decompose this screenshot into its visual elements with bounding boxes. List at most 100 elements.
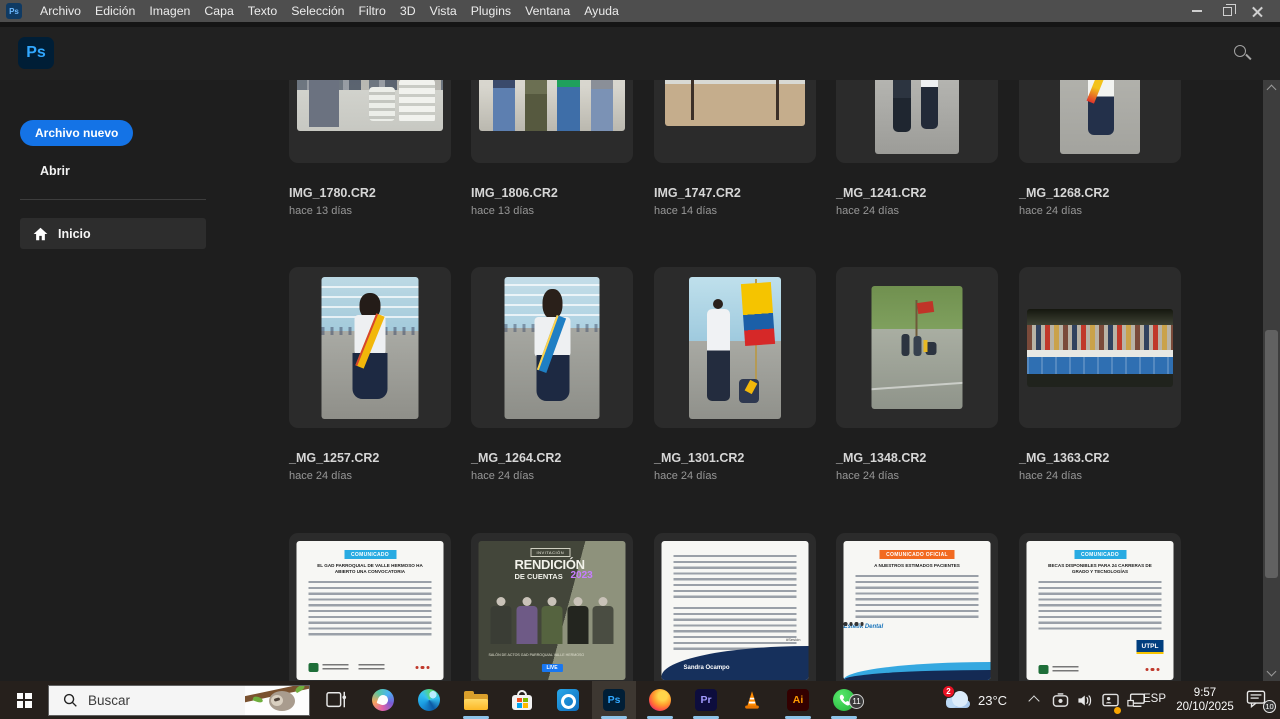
menu-plugins[interactable]: Plugins <box>464 1 518 21</box>
illustrator-button[interactable]: Ai <box>786 688 810 712</box>
photoshop-taskbar-button[interactable]: Ps <box>602 688 626 712</box>
copilot-button[interactable] <box>371 688 395 712</box>
file-card[interactable] <box>836 267 998 428</box>
whatsapp-badge: 11 <box>849 694 864 709</box>
show-hidden-icons-chevron[interactable] <box>1028 695 1039 706</box>
file-card[interactable] <box>289 267 451 428</box>
file-name[interactable]: IMG_1747.CR2 <box>654 186 824 200</box>
menu-archivo[interactable]: Archivo <box>33 1 88 21</box>
new-file-button[interactable]: Archivo nuevo <box>20 120 133 146</box>
home-sidebar: Archivo nuevo Abrir Inicio <box>0 80 270 681</box>
home-icon <box>33 227 48 241</box>
notification-center-button[interactable]: 10 <box>1246 690 1272 710</box>
file-explorer-icon <box>464 691 488 710</box>
file-name[interactable]: _MG_1264.CR2 <box>471 451 641 465</box>
minimize-button[interactable] <box>1182 0 1212 22</box>
search-icon <box>63 693 78 708</box>
file-thumbnail: COMUNICADO EL GAD PARROQUIAL DE VALLE HE… <box>297 541 444 680</box>
file-name[interactable]: _MG_1268.CR2 <box>1019 186 1189 200</box>
search-button[interactable] <box>1232 43 1254 65</box>
speaker-icon <box>1077 693 1094 708</box>
poster-title: BECAS DISPONIBLES PARA 24 CARRERAS DE GR… <box>1041 563 1160 575</box>
file-card[interactable] <box>289 80 451 163</box>
menu-ventana[interactable]: Ventana <box>518 1 577 21</box>
file-card[interactable] <box>471 267 633 428</box>
file-age: hace 24 días <box>289 470 459 482</box>
menu-3d[interactable]: 3D <box>393 1 423 21</box>
file-thumbnail: #Sesión Sandra Ocampo <box>662 541 809 680</box>
file-card[interactable] <box>654 80 816 163</box>
task-view-icon <box>326 690 348 710</box>
file-name[interactable]: IMG_1780.CR2 <box>289 186 459 200</box>
task-view-button[interactable] <box>325 688 349 712</box>
file-card[interactable]: #Sesión Sandra Ocampo <box>654 533 816 681</box>
close-icon <box>1252 6 1263 17</box>
time-label: 9:57 <box>1172 686 1238 700</box>
search-highlight-sloth-image[interactable] <box>245 685 309 716</box>
volume-tray-button[interactable] <box>1077 693 1094 713</box>
clock[interactable]: 9:57 20/10/2025 <box>1172 686 1238 714</box>
scroll-down-arrow[interactable] <box>1266 667 1276 677</box>
premiere-button[interactable]: Pr <box>694 688 718 712</box>
whatsapp-button[interactable]: 11 <box>832 688 856 712</box>
scrollbar-thumb[interactable] <box>1265 330 1278 578</box>
outlook-button[interactable] <box>556 688 580 712</box>
menu-seleccion[interactable]: Selección <box>284 1 351 21</box>
date-label: 20/10/2025 <box>1172 700 1238 714</box>
file-name[interactable]: _MG_1363.CR2 <box>1019 451 1189 465</box>
menu-vista[interactable]: Vista <box>423 1 464 21</box>
file-card[interactable]: COMUNICADO BECAS DISPONIBLES PARA 24 CAR… <box>1019 533 1181 681</box>
file-card[interactable] <box>836 80 998 163</box>
keyboard-language-button[interactable]: ESP <box>1143 693 1166 705</box>
poster-badge: COMUNICADO OFICIAL <box>879 550 955 559</box>
start-button[interactable] <box>0 681 48 719</box>
scroll-up-arrow[interactable] <box>1266 85 1276 95</box>
facebook-live-badge: LIVE <box>541 664 562 672</box>
file-thumbnail: COMUNICADO BECAS DISPONIBLES PARA 24 CAR… <box>1027 541 1174 680</box>
file-thumbnail <box>689 277 781 419</box>
open-button[interactable]: Abrir <box>40 164 70 178</box>
file-name[interactable]: _MG_1348.CR2 <box>836 451 1006 465</box>
photoshop-icon: Ps <box>603 689 625 711</box>
file-card[interactable] <box>1019 267 1181 428</box>
taskbar-search-box[interactable] <box>48 685 310 716</box>
poster-subtitle: DE CUENTAS <box>515 572 563 581</box>
menu-imagen[interactable]: Imagen <box>142 1 197 21</box>
restore-button[interactable] <box>1212 0 1242 22</box>
poster-signature: Sandra Ocampo <box>684 665 730 671</box>
account-notification-tray-button[interactable] <box>1102 693 1119 713</box>
file-card[interactable] <box>471 80 633 163</box>
file-age: hace 24 días <box>1019 470 1189 482</box>
menu-ayuda[interactable]: Ayuda <box>577 1 626 21</box>
cast-tray-button[interactable] <box>1052 693 1069 713</box>
file-name[interactable]: _MG_1241.CR2 <box>836 186 1006 200</box>
menu-edicion[interactable]: Edición <box>88 1 142 21</box>
file-name[interactable]: _MG_1301.CR2 <box>654 451 824 465</box>
sidebar-item-home[interactable]: Inicio <box>20 218 206 249</box>
file-card[interactable]: COMUNICADO EL GAD PARROQUIAL DE VALLE HE… <box>289 533 451 681</box>
close-button[interactable] <box>1242 0 1272 22</box>
file-name[interactable]: IMG_1806.CR2 <box>471 186 641 200</box>
weather-alert-badge: 2 <box>942 685 955 698</box>
menu-filtro[interactable]: Filtro <box>352 1 393 21</box>
restore-icon <box>1223 7 1232 16</box>
microsoft-store-button[interactable] <box>510 688 534 712</box>
vlc-button[interactable] <box>740 688 764 712</box>
edge-button[interactable] <box>417 688 441 712</box>
file-thumbnail: INVITACIÓN RENDICIÓN DE CUENTAS 2023 SAL… <box>479 541 626 680</box>
menu-capa[interactable]: Capa <box>197 1 240 21</box>
poster-brand: UTPL <box>1137 640 1164 654</box>
file-name[interactable]: _MG_1257.CR2 <box>289 451 459 465</box>
file-card[interactable] <box>654 267 816 428</box>
file-explorer-button[interactable] <box>464 688 488 712</box>
menu-texto[interactable]: Texto <box>241 1 284 21</box>
weather-widget[interactable]: 2 23°C <box>945 681 1007 719</box>
minimize-icon <box>1192 10 1202 12</box>
sidebar-divider <box>20 199 206 200</box>
file-card[interactable]: INVITACIÓN RENDICIÓN DE CUENTAS 2023 SAL… <box>471 533 633 681</box>
photoshop-app-icon: Ps <box>6 3 22 19</box>
firefox-button[interactable] <box>648 688 672 712</box>
search-input[interactable] <box>88 693 208 708</box>
file-card[interactable]: COMUNICADO OFICIAL A NUESTROS ESTIMADOS … <box>836 533 998 681</box>
file-card[interactable] <box>1019 80 1181 163</box>
